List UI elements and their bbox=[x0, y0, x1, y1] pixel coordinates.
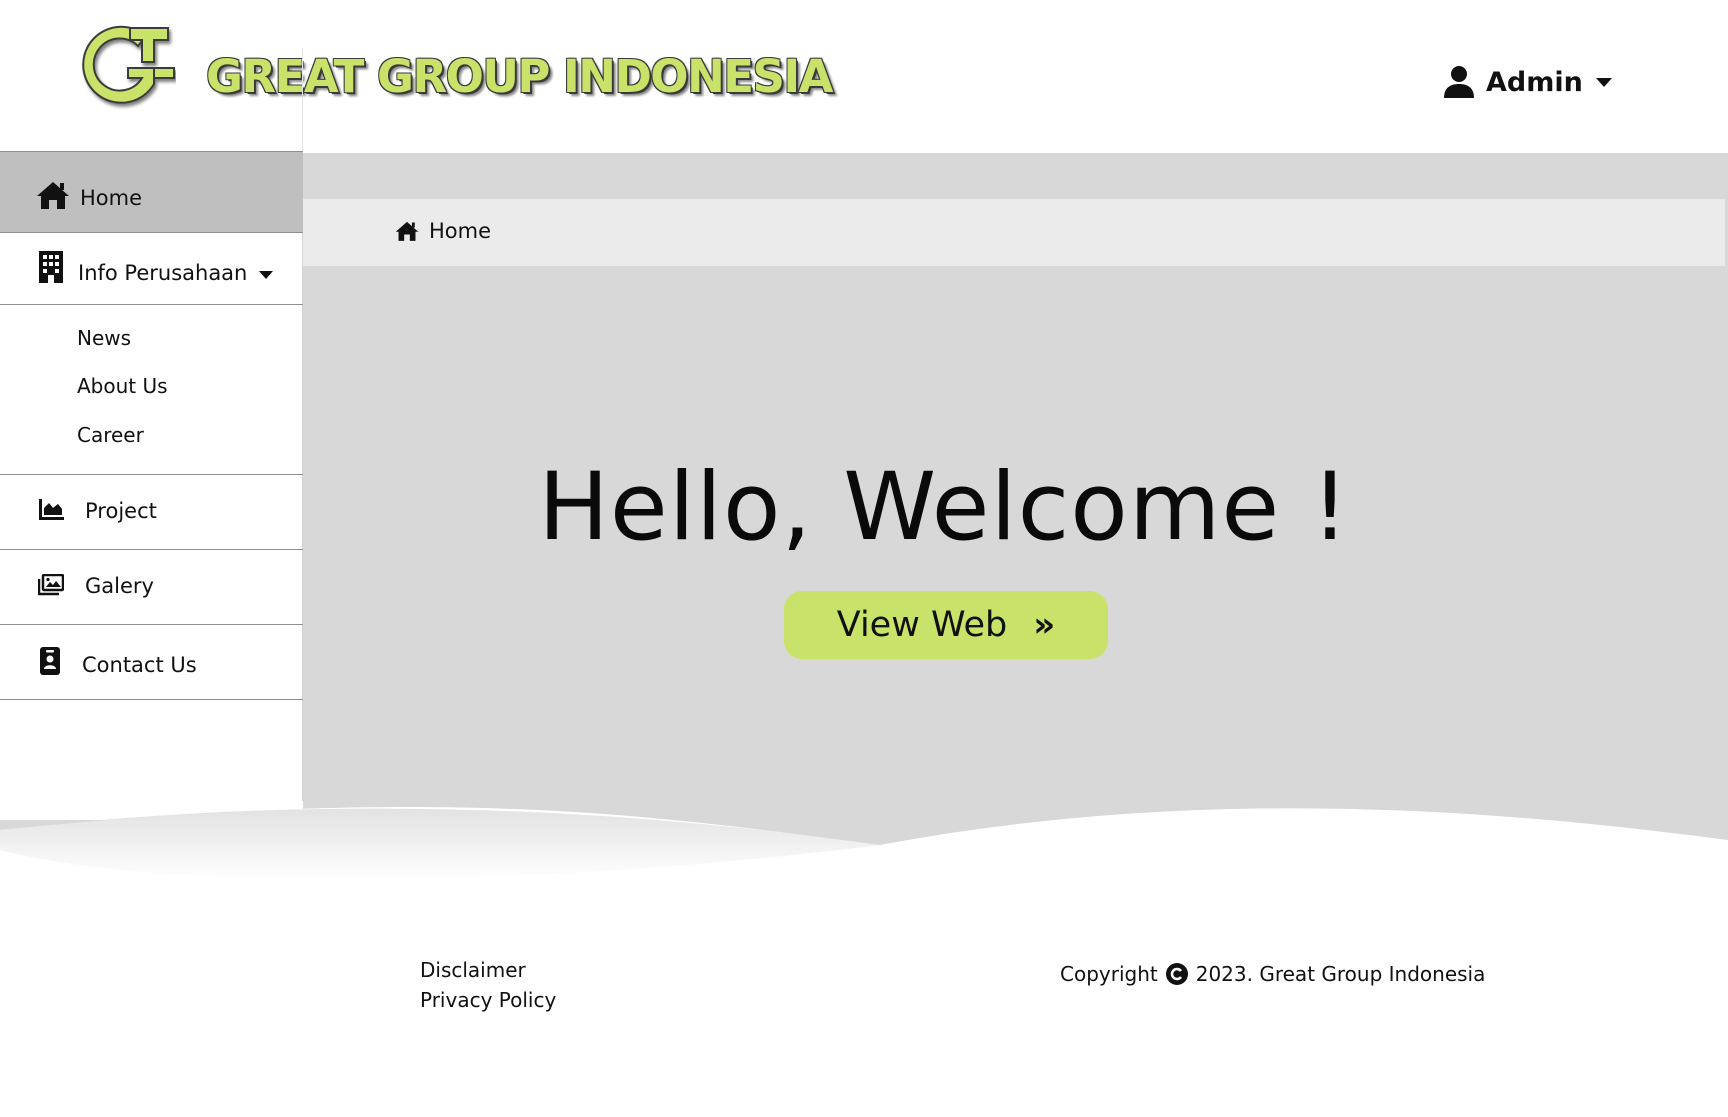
sidebar-item-label: Galery bbox=[85, 574, 154, 598]
sidebar-item-galery[interactable]: Galery bbox=[0, 550, 303, 625]
welcome-title: Hello, Welcome ! bbox=[538, 453, 1350, 562]
sidebar-item-label: Project bbox=[85, 499, 157, 523]
id-badge-icon bbox=[40, 647, 60, 675]
submenu-item-about-us[interactable]: About Us bbox=[77, 374, 168, 398]
sidebar-item-home[interactable]: Home bbox=[0, 151, 303, 233]
building-icon bbox=[39, 251, 63, 283]
sidebar: Home Info Perusahaan Project Galery Cont… bbox=[0, 151, 303, 801]
brand-name: GREAT GROUP INDONESIA bbox=[206, 50, 833, 103]
main-content: Home Hello, Welcome ! View Web » bbox=[303, 153, 1728, 853]
user-menu[interactable]: Admin bbox=[1444, 66, 1613, 98]
sidebar-item-contact-us[interactable]: Contact Us bbox=[0, 625, 303, 700]
breadcrumb[interactable]: Home bbox=[395, 219, 491, 243]
user-name: Admin bbox=[1486, 66, 1583, 98]
breadcrumb-bar: Home bbox=[303, 199, 1725, 266]
breadcrumb-label: Home bbox=[429, 219, 492, 243]
sidebar-item-label: Contact Us bbox=[82, 653, 197, 677]
caret-down-icon bbox=[1595, 78, 1612, 87]
copyright-icon bbox=[1165, 963, 1188, 985]
double-chevron-right-icon: » bbox=[1033, 605, 1056, 645]
sidebar-item-project[interactable]: Project bbox=[0, 475, 303, 550]
submenu-item-news[interactable]: News bbox=[77, 326, 131, 350]
copyright: Copyright 2023. Great Group Indonesia bbox=[1060, 962, 1485, 986]
images-icon bbox=[38, 574, 64, 596]
sidebar-item-info-perusahaan[interactable]: Info Perusahaan bbox=[0, 233, 303, 305]
chart-area-icon bbox=[39, 499, 64, 520]
copyright-text: 2023. Great Group Indonesia bbox=[1195, 962, 1486, 986]
sidebar-item-label: Info Perusahaan bbox=[78, 261, 248, 285]
footer: Disclaimer Privacy Policy Copyright 2023… bbox=[0, 880, 1728, 1117]
sidebar-item-label: Home bbox=[80, 186, 143, 210]
submenu-item-career[interactable]: Career bbox=[77, 423, 144, 447]
copyright-prefix: Copyright bbox=[1060, 962, 1158, 986]
company-logo bbox=[82, 25, 175, 104]
header: GREAT GROUP INDONESIA Admin bbox=[0, 0, 1728, 152]
home-icon bbox=[37, 182, 69, 209]
view-web-label: View Web bbox=[836, 605, 1008, 645]
user-icon bbox=[1444, 66, 1474, 98]
header-divider bbox=[302, 48, 303, 152]
footer-link-disclaimer[interactable]: Disclaimer bbox=[420, 958, 526, 982]
caret-down-icon bbox=[259, 271, 273, 279]
view-web-button[interactable]: View Web » bbox=[784, 591, 1108, 659]
home-icon bbox=[395, 221, 419, 241]
footer-link-privacy-policy[interactable]: Privacy Policy bbox=[420, 988, 556, 1012]
